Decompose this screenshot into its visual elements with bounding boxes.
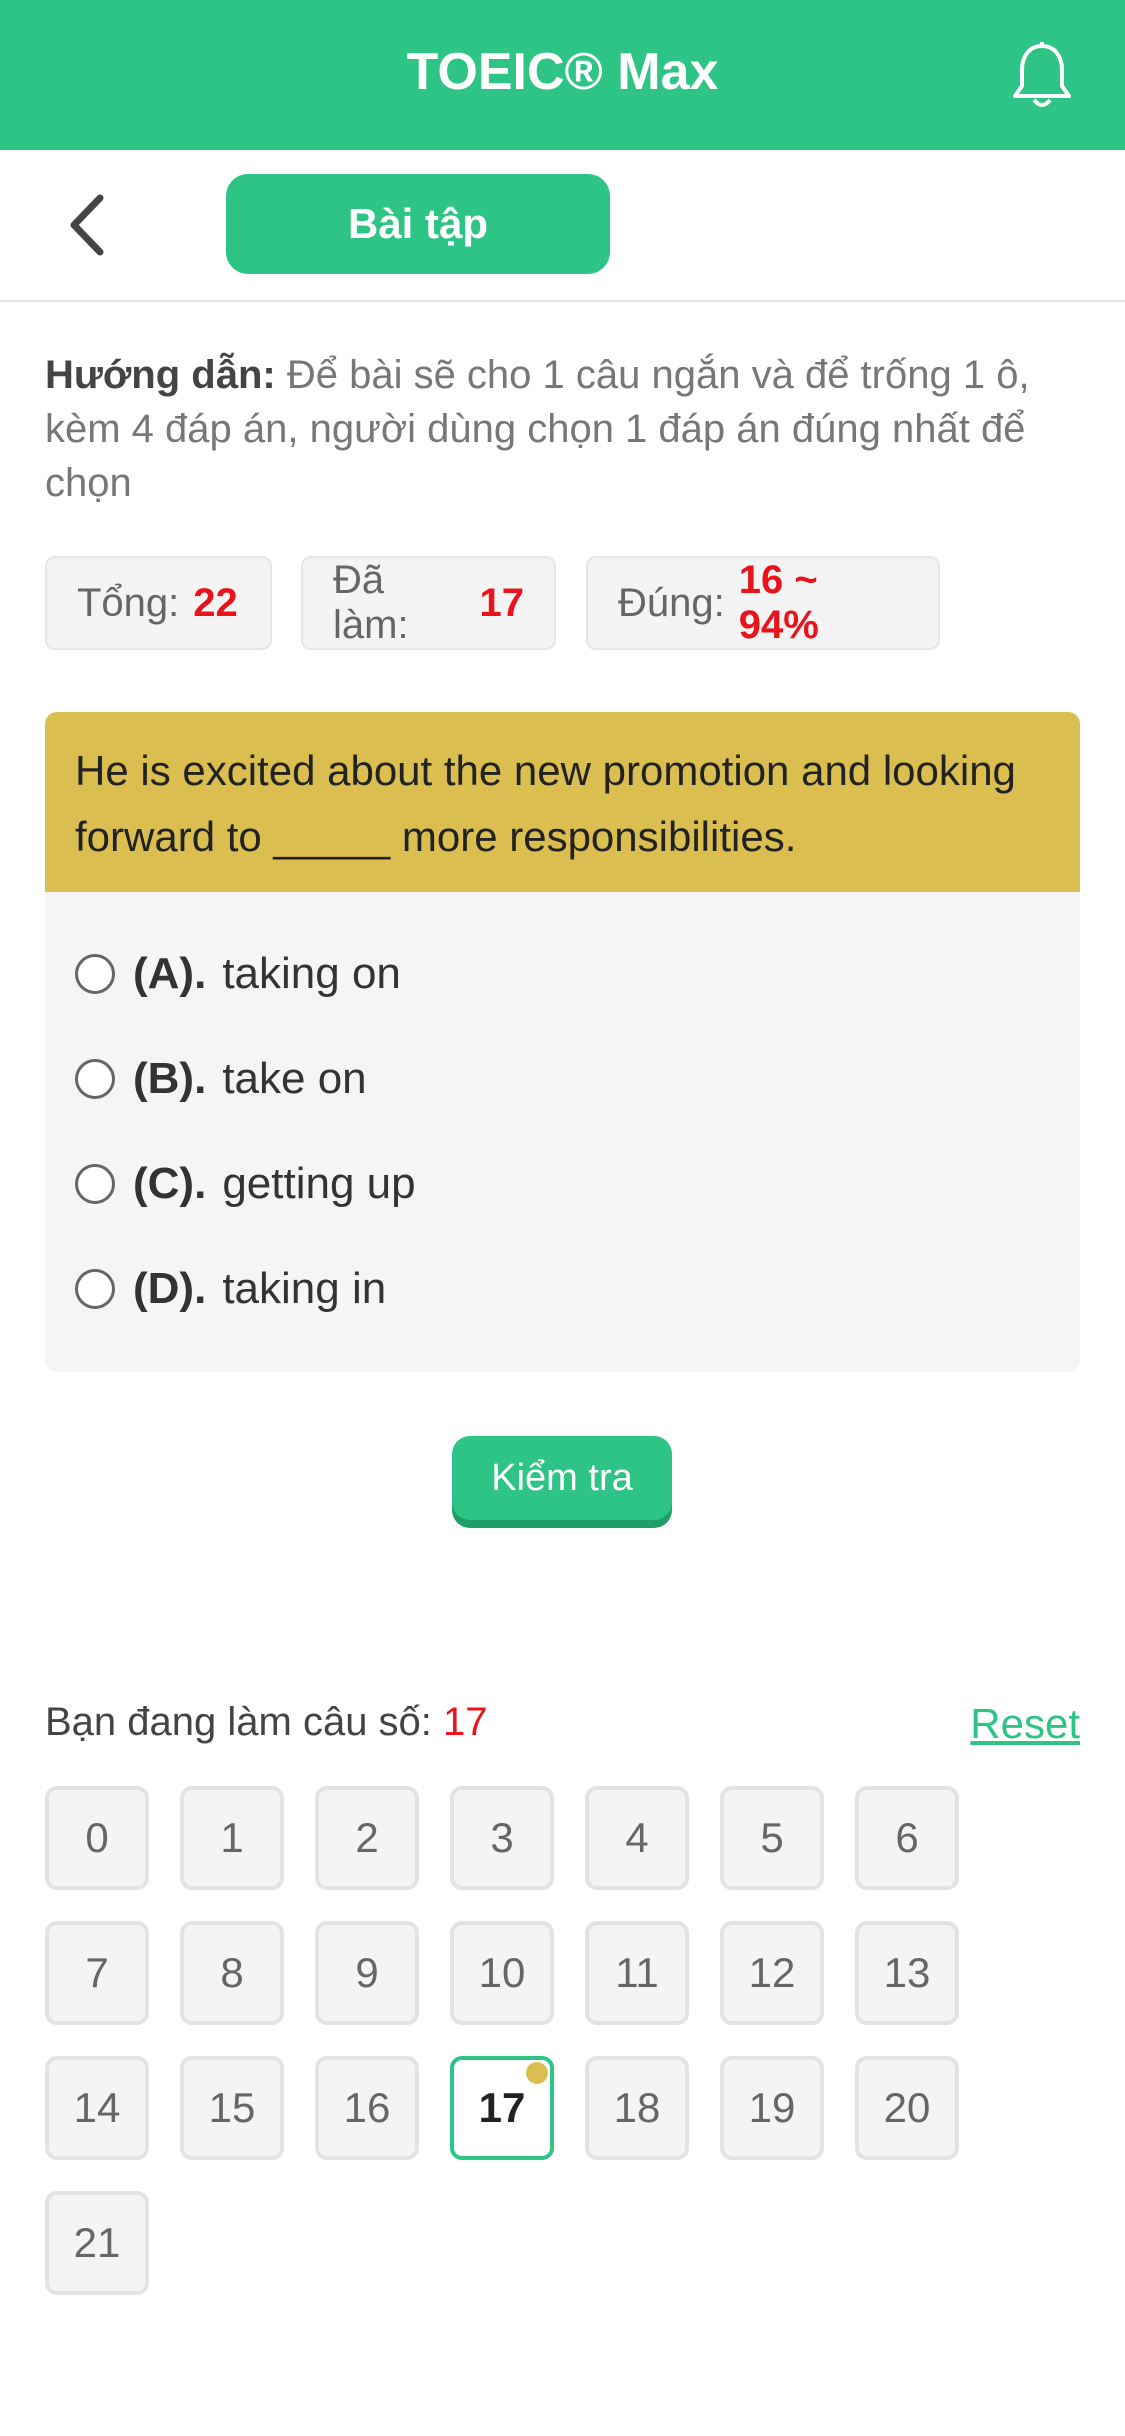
question-card: He is excited about the new promotion an… xyxy=(45,712,1080,1372)
app-header: TOEIC® Max xyxy=(0,0,1125,150)
marker-dot-icon xyxy=(526,2062,548,2084)
option-c-text: getting up xyxy=(222,1159,416,1208)
question-number-button[interactable]: 21 xyxy=(45,2191,149,2295)
question-number-button[interactable]: 2 xyxy=(315,1786,419,1890)
check-answer-button[interactable]: Kiểm tra xyxy=(452,1436,672,1520)
stat-done: Đã làm: 17 xyxy=(301,556,556,650)
instructions: Hướng dẫn: Để bài sẽ cho 1 câu ngắn và đ… xyxy=(45,348,1085,510)
option-a[interactable]: (A). taking on xyxy=(75,944,401,1004)
option-d-text: taking in xyxy=(222,1264,387,1313)
question-number-button[interactable]: 1 xyxy=(180,1786,284,1890)
question-number-button[interactable]: 12 xyxy=(720,1921,824,2025)
question-number-button[interactable]: 14 xyxy=(45,2056,149,2160)
option-b-label: (B). xyxy=(133,1054,207,1103)
question-number-button[interactable]: 8 xyxy=(180,1921,284,2025)
question-number-button[interactable]: 11 xyxy=(585,1921,689,2025)
bell-icon[interactable] xyxy=(1010,40,1074,112)
radio-icon[interactable] xyxy=(75,1269,115,1309)
option-d-label: (D). xyxy=(133,1264,207,1313)
instructions-label: Hướng dẫn: xyxy=(45,353,276,397)
sub-navigation: Bài tập xyxy=(0,150,1125,302)
radio-icon[interactable] xyxy=(75,954,115,994)
question-number-button[interactable]: 13 xyxy=(855,1921,959,2025)
option-a-label: (A). xyxy=(133,949,207,998)
question-number-button[interactable]: 19 xyxy=(720,2056,824,2160)
reset-link[interactable]: Reset xyxy=(970,1700,1080,1748)
stat-done-value: 17 xyxy=(479,580,525,625)
option-b[interactable]: (B). take on xyxy=(75,1049,367,1109)
question-number-button[interactable]: 18 xyxy=(585,2056,689,2160)
stat-total-value: 22 xyxy=(193,580,238,625)
question-text: He is excited about the new promotion an… xyxy=(45,712,1080,892)
question-number-button[interactable]: 0 xyxy=(45,1786,149,1890)
question-number-button[interactable]: 7 xyxy=(45,1921,149,2025)
radio-icon[interactable] xyxy=(75,1164,115,1204)
question-number-button[interactable]: 3 xyxy=(450,1786,554,1890)
exercise-tab-button[interactable]: Bài tập xyxy=(226,174,610,274)
chevron-left-icon[interactable] xyxy=(62,190,112,260)
stat-done-label: Đã làm: xyxy=(333,558,409,647)
current-question-indicator: Bạn đang làm câu số: 17 xyxy=(45,1700,488,1745)
question-number-button[interactable]: 4 xyxy=(585,1786,689,1890)
stat-correct: Đúng: 16 ~ 94% xyxy=(586,556,940,650)
stat-correct-label: Đúng: xyxy=(618,580,725,625)
option-a-text: taking on xyxy=(222,949,401,998)
question-number-button[interactable]: 10 xyxy=(450,1921,554,2025)
option-c[interactable]: (C). getting up xyxy=(75,1154,416,1214)
stat-total-label: Tổng: xyxy=(77,580,180,625)
app-title: TOEIC® Max xyxy=(406,43,719,101)
option-d[interactable]: (D). taking in xyxy=(75,1259,386,1319)
current-question-number-button[interactable]: 17 xyxy=(450,2056,554,2160)
current-question-label: Bạn đang làm câu số: xyxy=(45,1700,432,1744)
stat-correct-value: 16 ~ 94% xyxy=(738,558,819,647)
current-question-number: 17 xyxy=(443,1700,488,1744)
radio-icon[interactable] xyxy=(75,1059,115,1099)
option-c-label: (C). xyxy=(133,1159,207,1208)
question-number-button[interactable]: 9 xyxy=(315,1921,419,2025)
question-number-button[interactable]: 5 xyxy=(720,1786,824,1890)
option-b-text: take on xyxy=(222,1054,367,1103)
question-number-button[interactable]: 15 xyxy=(180,2056,284,2160)
stat-total: Tổng: 22 xyxy=(45,556,272,650)
question-number-text: 17 xyxy=(478,2084,526,2131)
question-number-button[interactable]: 20 xyxy=(855,2056,959,2160)
question-number-button[interactable]: 16 xyxy=(315,2056,419,2160)
question-number-button[interactable]: 6 xyxy=(855,1786,959,1890)
